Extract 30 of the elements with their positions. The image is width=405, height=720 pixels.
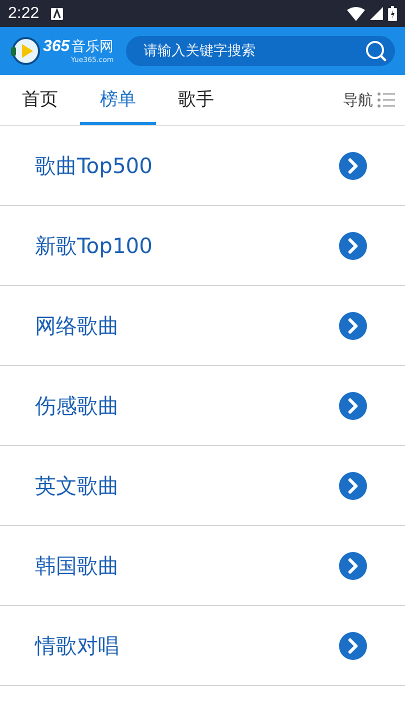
logo-brand: 365: [43, 38, 70, 55]
chevron-right-icon[interactable]: [339, 312, 367, 340]
logo-name: 音乐网: [72, 39, 114, 56]
chevron-right-icon[interactable]: [339, 552, 367, 580]
status-time: 2:22: [8, 4, 40, 22]
chart-title[interactable]: 新歌Top100: [35, 232, 153, 260]
chart-title[interactable]: 伤感歌曲: [35, 392, 119, 420]
search-bar[interactable]: 请输入关键字搜索: [126, 36, 395, 66]
notification-icon: [51, 8, 64, 20]
chart-title[interactable]: 网络歌曲: [35, 312, 119, 340]
battery-icon: [388, 6, 397, 21]
chevron-right-icon[interactable]: [339, 152, 367, 180]
logo-icon: [10, 36, 40, 66]
tab[interactable]: 首页: [2, 75, 78, 125]
chevron-right-icon[interactable]: [339, 392, 367, 420]
chart-title[interactable]: 情歌对唱: [35, 632, 119, 660]
chevron-right-icon[interactable]: [339, 232, 367, 260]
tab[interactable]: 榜单: [80, 75, 156, 125]
nav-button[interactable]: 导航: [337, 75, 405, 125]
chart-title[interactable]: 歌曲Top500: [35, 152, 153, 180]
menu-icon[interactable]: [377, 91, 395, 109]
signal-icon: [370, 7, 383, 20]
chevron-right-icon[interactable]: [339, 632, 367, 660]
chart-title[interactable]: 韩国歌曲: [35, 552, 119, 580]
chevron-right-icon[interactable]: [339, 472, 367, 500]
search-field[interactable]: 请输入关键字搜索: [142, 42, 365, 60]
wifi-icon: [347, 6, 365, 20]
search-icon[interactable]: [365, 40, 387, 62]
chart-title[interactable]: 英文歌曲: [35, 472, 119, 500]
tab[interactable]: 歌手: [158, 75, 234, 125]
